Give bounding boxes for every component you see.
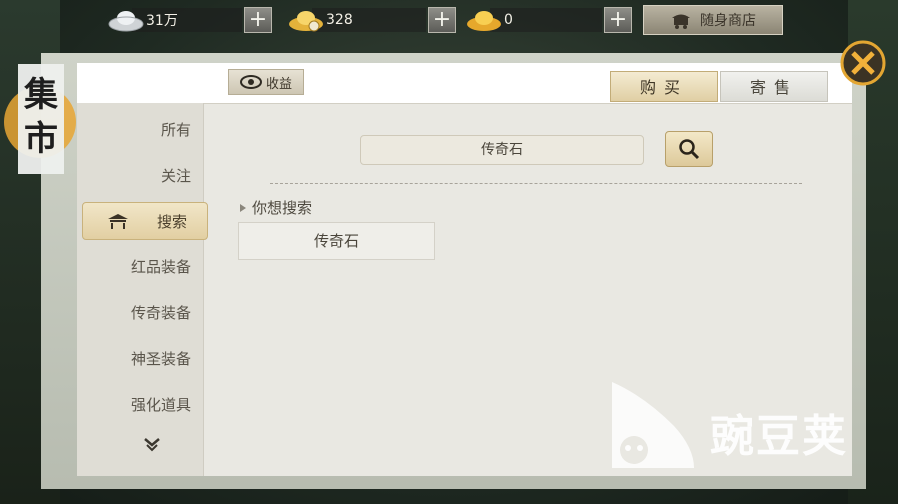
chevron-down-icon[interactable] (143, 437, 161, 453)
category-sidebar: 所有 关注 红品装备 传奇装备 神圣装备 强化道具 (77, 103, 204, 476)
watermark-text: 豌豆荚 (710, 411, 848, 462)
suggestion-header: 你想搜索 (240, 197, 312, 218)
silver-amount: 31万 (132, 8, 242, 32)
silver-ingot-icon (108, 11, 144, 32)
suggestion-item[interactable]: 传奇石 (238, 222, 435, 260)
currency-silver: 31万 + (108, 6, 272, 34)
watermark-logo-icon (612, 382, 694, 468)
add-gold-button[interactable]: + (604, 7, 632, 33)
title-char-2: 市 (24, 119, 58, 159)
search-input[interactable]: 传奇石 (360, 135, 644, 165)
close-icon[interactable] (840, 40, 886, 86)
shop-button-label: 随身商店 (700, 13, 756, 29)
add-silver-button[interactable]: + (244, 7, 272, 33)
income-button-label: 收益 (265, 76, 292, 92)
sidebar-item-all[interactable]: 所有 (77, 115, 203, 145)
watermark: 豌豆荚 (604, 376, 864, 476)
shop-cart-icon (672, 14, 690, 29)
tab-buy[interactable]: 购买 (610, 71, 718, 102)
market-title-badge: 集 市 (4, 64, 76, 174)
gold-amount: 0 (490, 8, 602, 32)
divider (270, 183, 802, 185)
currency-gold: 0 + (466, 6, 632, 34)
suggestion-header-label: 你想搜索 (252, 199, 313, 217)
gold-bound-amount: 328 (312, 8, 426, 32)
currency-gold-bound: 328 + (288, 6, 456, 34)
triangle-right-icon (240, 203, 246, 212)
search-icon (679, 139, 700, 160)
title-char-1: 集 (23, 75, 58, 115)
sidebar-item-holy-equipment[interactable]: 神圣装备 (77, 344, 203, 374)
sidebar-item-enhance-items[interactable]: 强化道具 (77, 390, 203, 420)
eye-icon (239, 75, 262, 89)
add-gold-bound-button[interactable]: + (428, 7, 456, 33)
sidebar-item-search[interactable]: 搜索 (82, 202, 208, 240)
market-stall-icon (108, 214, 128, 229)
search-button[interactable] (665, 131, 713, 167)
income-button[interactable]: 收益 (228, 69, 304, 95)
gold-bound-ingot-icon (289, 11, 323, 32)
portable-shop-button[interactable]: 随身商店 (643, 5, 783, 35)
sidebar-item-search-label: 搜索 (157, 212, 188, 231)
tab-sell[interactable]: 寄售 (720, 71, 828, 102)
gold-ingot-icon (467, 11, 501, 31)
sidebar-item-red-equipment[interactable]: 红品装备 (77, 252, 203, 282)
sidebar-item-follow[interactable]: 关注 (77, 161, 203, 191)
sidebar-item-legend-equipment[interactable]: 传奇装备 (77, 298, 203, 328)
